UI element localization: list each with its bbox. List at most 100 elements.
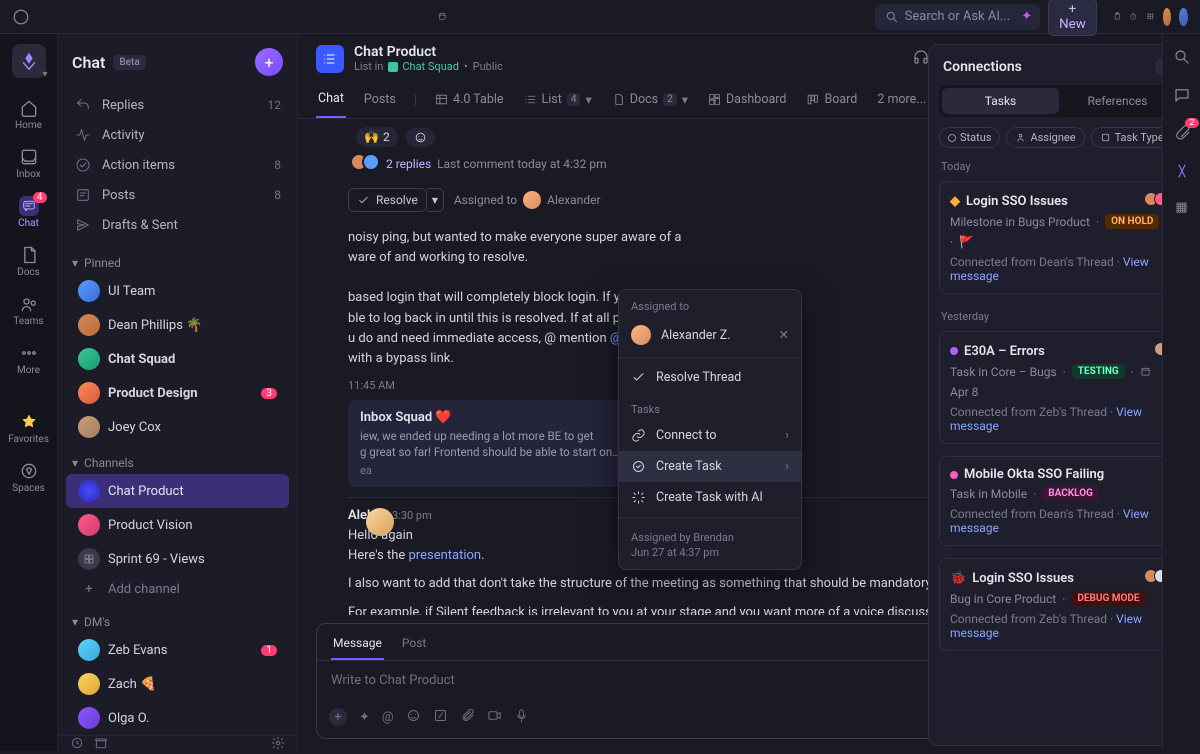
apps-grid-icon[interactable] xyxy=(1146,8,1155,26)
global-search[interactable]: Search or Ask AI... ✦ xyxy=(875,4,1041,30)
presentation-link[interactable]: presentation xyxy=(409,548,482,563)
channel-item[interactable]: Product Vision xyxy=(66,508,289,542)
clipboard-icon[interactable] xyxy=(1113,8,1122,26)
settings-icon[interactable] xyxy=(271,736,285,754)
attachment-icon[interactable] xyxy=(460,708,475,727)
dd-tasks-label: Tasks xyxy=(619,393,801,420)
composer-tab-post[interactable]: Post xyxy=(400,632,428,660)
channel-item[interactable]: Sprint 69 - Views xyxy=(66,542,289,576)
user-avatar-icon xyxy=(78,639,100,661)
rail-teams[interactable]: Teams xyxy=(5,288,53,333)
resolve-button[interactable]: Resolve xyxy=(348,188,427,212)
status-badge: ON HOLD xyxy=(1105,214,1159,229)
dd-connect-to[interactable]: Connect to › xyxy=(619,420,801,451)
channel-item[interactable]: Chat Product xyxy=(66,474,289,508)
nav-replies[interactable]: Replies12 xyxy=(66,90,289,120)
conn-tab-tasks[interactable]: Tasks xyxy=(942,88,1059,114)
apps-icon[interactable]: ▦ xyxy=(1175,200,1187,215)
resolve-dropdown-toggle[interactable]: ▾ xyxy=(427,188,444,212)
emoji-icon[interactable] xyxy=(406,708,421,727)
unread-badge: 1 xyxy=(261,645,277,656)
tab-more[interactable]: 2 more... xyxy=(875,84,928,117)
chevron-right-icon: › xyxy=(785,428,789,443)
mic-icon[interactable] xyxy=(514,708,529,727)
rail-inbox[interactable]: Inbox xyxy=(5,141,53,186)
tab-board[interactable]: Board xyxy=(804,84,859,117)
ai-compose-icon[interactable]: ✦ xyxy=(359,710,370,725)
nav-posts[interactable]: Posts8 xyxy=(66,180,289,210)
rail-docs[interactable]: Docs xyxy=(5,239,53,284)
new-chat-button[interactable]: + xyxy=(255,48,283,76)
connection-card[interactable]: Mobile Okta SSO Failing Task in Mobile ·… xyxy=(939,456,1179,546)
pinned-item[interactable]: Chat Squad xyxy=(66,342,289,376)
tab-list[interactable]: List4▾ xyxy=(522,84,594,118)
calendar-icon[interactable] xyxy=(438,8,447,26)
rail-favorites[interactable]: Favorites xyxy=(5,406,53,451)
ai-spark-icon: ✦ xyxy=(1021,9,1032,24)
nav-action-items[interactable]: Action items8 xyxy=(66,150,289,180)
channels-section[interactable]: ▾Channels xyxy=(58,444,297,474)
tab-table[interactable]: 4.0 Table xyxy=(433,84,505,117)
nav-drafts[interactable]: Drafts & Sent xyxy=(66,210,289,240)
dd-resolve-thread[interactable]: Resolve Thread xyxy=(619,362,801,393)
tab-docs[interactable]: Docs2▾ xyxy=(610,84,690,118)
search-icon[interactable] xyxy=(1173,48,1191,70)
video-icon[interactable] xyxy=(487,708,502,727)
comments-icon[interactable] xyxy=(1173,86,1191,108)
status-badge: BACKLOG xyxy=(1042,486,1099,501)
channel-avatar xyxy=(78,348,100,370)
reaction-pill[interactable]: 🙌 2 xyxy=(356,127,398,147)
dd-assignee-row[interactable]: Alexander Z. ✕ xyxy=(619,317,801,353)
connection-card[interactable]: ◆Login SSO Issues Milestone in Bugs Prod… xyxy=(939,181,1179,294)
user-avatar-1[interactable] xyxy=(1163,8,1172,26)
composer-tab-message[interactable]: Message xyxy=(331,632,384,660)
attachments-icon[interactable]: 2 xyxy=(1173,124,1191,146)
connection-card[interactable]: E30A – Errors Task in Core – Bugs · TEST… xyxy=(939,331,1179,444)
slash-command-icon[interactable] xyxy=(433,708,448,727)
archive-icon[interactable] xyxy=(94,736,108,754)
attach-plus-icon[interactable]: + xyxy=(329,708,347,726)
connections-panel: Connections ✕ Tasks References Status As… xyxy=(928,44,1190,746)
mention-icon[interactable]: @ xyxy=(382,710,394,725)
filter-status[interactable]: Status xyxy=(939,127,1000,148)
tab-dashboard[interactable]: Dashboard xyxy=(706,84,788,117)
rail-more[interactable]: More xyxy=(5,337,53,382)
tab-chat[interactable]: Chat xyxy=(316,83,346,118)
channel-avatar xyxy=(78,382,100,404)
pinned-item[interactable]: UI Team xyxy=(66,274,289,308)
dm-item[interactable]: Olga O. xyxy=(66,701,289,735)
replies-link[interactable]: 2 replies xyxy=(386,157,431,171)
dd-create-task-ai[interactable]: Create Task with AI xyxy=(619,482,801,513)
resolve-dropdown: Assigned to Alexander Z. ✕ Resolve Threa… xyxy=(618,289,802,570)
dd-create-task[interactable]: Create Task › xyxy=(619,451,801,482)
conn-tab-references[interactable]: References xyxy=(1059,88,1176,114)
tab-posts[interactable]: Posts xyxy=(362,84,398,117)
connections-icon[interactable] xyxy=(1173,162,1191,184)
add-reaction[interactable] xyxy=(406,128,435,147)
dms-section[interactable]: ▾DM's xyxy=(58,603,297,633)
topbar: Search or Ask AI... ✦ + New xyxy=(0,0,1200,34)
pinned-item[interactable]: Product Design3 xyxy=(66,376,289,410)
author-avatar[interactable] xyxy=(366,508,394,536)
new-button[interactable]: + New xyxy=(1048,0,1097,36)
add-channel[interactable]: +Add channel xyxy=(66,576,289,603)
chevron-right-icon: › xyxy=(785,459,789,474)
nav-activity[interactable]: Activity xyxy=(66,120,289,150)
filter-assignee[interactable]: Assignee xyxy=(1006,127,1084,148)
pinned-section[interactable]: ▾Pinned xyxy=(58,244,297,274)
rail-chat[interactable]: 4 Chat xyxy=(5,190,53,235)
rightrail-badge: 2 xyxy=(1185,118,1198,128)
workspace-logo[interactable]: ▾ xyxy=(12,44,46,78)
rail-spaces[interactable]: Spaces xyxy=(5,455,53,500)
dm-item[interactable]: Zeb Evans1 xyxy=(66,633,289,667)
stopwatch-icon[interactable] xyxy=(1129,8,1138,26)
connection-card[interactable]: 🐞Login SSO Issues Bug in Core Product · … xyxy=(939,558,1179,651)
pinned-item[interactable]: Joey Cox xyxy=(66,410,289,444)
rail-home[interactable]: Home xyxy=(5,92,53,137)
remove-assignee-icon[interactable]: ✕ xyxy=(779,327,789,343)
filter-tasktype[interactable]: Task Type xyxy=(1091,127,1173,148)
dm-item[interactable]: Zach 🍕 xyxy=(66,667,289,701)
user-avatar-2[interactable] xyxy=(1179,8,1188,26)
pinned-item[interactable]: Dean Phillips 🌴 xyxy=(66,308,289,342)
clock-icon[interactable] xyxy=(70,736,84,754)
